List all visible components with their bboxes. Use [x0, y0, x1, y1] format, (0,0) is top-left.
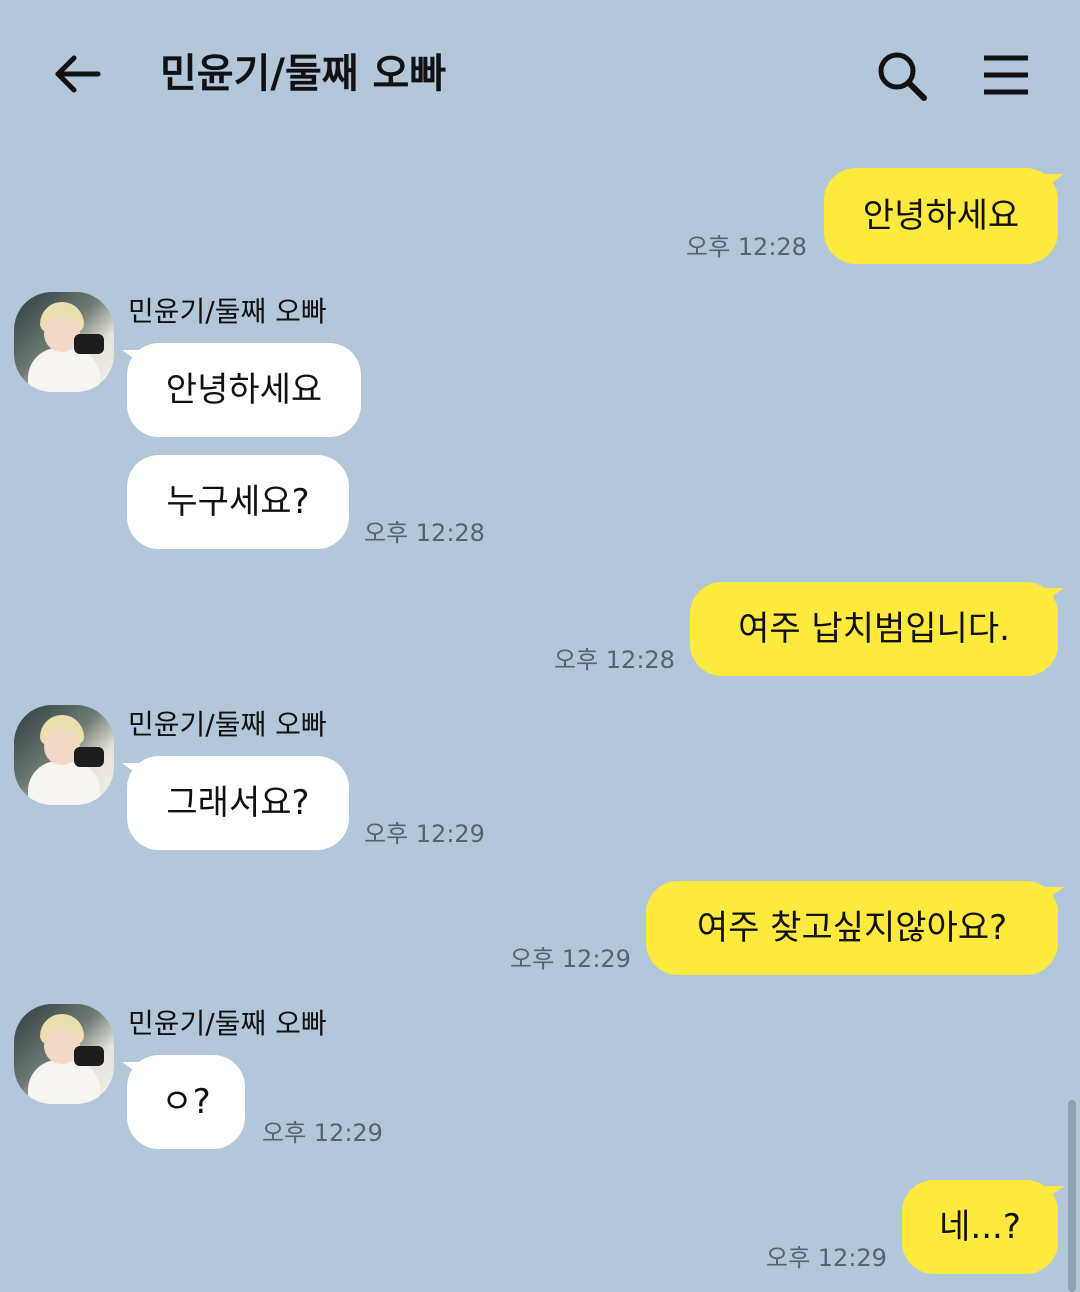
search-button[interactable] [872, 46, 932, 106]
sender-name: 민윤기/둘째 오빠 [128, 295, 327, 328]
message-text: 그래서요? [166, 783, 310, 823]
arrow-left-icon [55, 55, 101, 93]
sender-avatar[interactable] [14, 705, 114, 805]
message-time: 오후 12:29 [262, 1119, 383, 1147]
sender-name: 민윤기/둘째 오빠 [128, 1007, 327, 1040]
bubble-tail [1042, 588, 1064, 604]
hamburger-menu-icon [984, 55, 1028, 95]
message-time: 오후 12:29 [766, 1244, 887, 1272]
message-text: 누구세요? [166, 482, 310, 522]
menu-button[interactable] [978, 48, 1034, 104]
their-message-bubble[interactable]: 안녕하세요 [127, 343, 361, 437]
message-time: 오후 12:29 [364, 820, 485, 848]
bubble-tail [1042, 1186, 1064, 1202]
sender-avatar[interactable] [14, 292, 114, 392]
bubble-tail [1042, 887, 1064, 903]
their-message-bubble[interactable]: ㅇ? [127, 1055, 245, 1149]
chat-header: 민윤기/둘째 오빠 [0, 0, 1080, 150]
scrollbar[interactable] [1068, 1100, 1076, 1292]
message-time: 오후 12:28 [686, 233, 807, 261]
bubble-tail [1042, 174, 1064, 190]
message-text: 네...? [939, 1207, 1021, 1247]
my-message-bubble[interactable]: 여주 납치범입니다. [690, 582, 1058, 676]
message-time: 오후 12:28 [554, 646, 675, 674]
message-text: 안녕하세요 [165, 370, 323, 410]
sender-name: 민윤기/둘째 오빠 [128, 708, 327, 741]
their-message-bubble[interactable]: 누구세요? [127, 455, 349, 549]
message-time: 오후 12:28 [364, 519, 485, 547]
search-icon [878, 52, 927, 101]
message-text: ㅇ? [161, 1082, 211, 1122]
back-button[interactable] [50, 48, 106, 104]
message-time: 오후 12:29 [510, 945, 631, 973]
my-message-bubble[interactable]: 안녕하세요 [824, 168, 1058, 264]
their-message-bubble[interactable]: 그래서요? [127, 756, 349, 850]
my-message-bubble[interactable]: 네...? [902, 1180, 1058, 1274]
message-text: 여주 납치범입니다. [738, 609, 1010, 649]
message-text: 안녕하세요 [862, 196, 1020, 236]
message-text: 여주 찾고싶지않아요? [696, 908, 1008, 948]
sender-avatar[interactable] [14, 1004, 114, 1104]
my-message-bubble[interactable]: 여주 찾고싶지않아요? [646, 881, 1058, 975]
chat-title: 민윤기/둘째 오빠 [160, 51, 447, 97]
